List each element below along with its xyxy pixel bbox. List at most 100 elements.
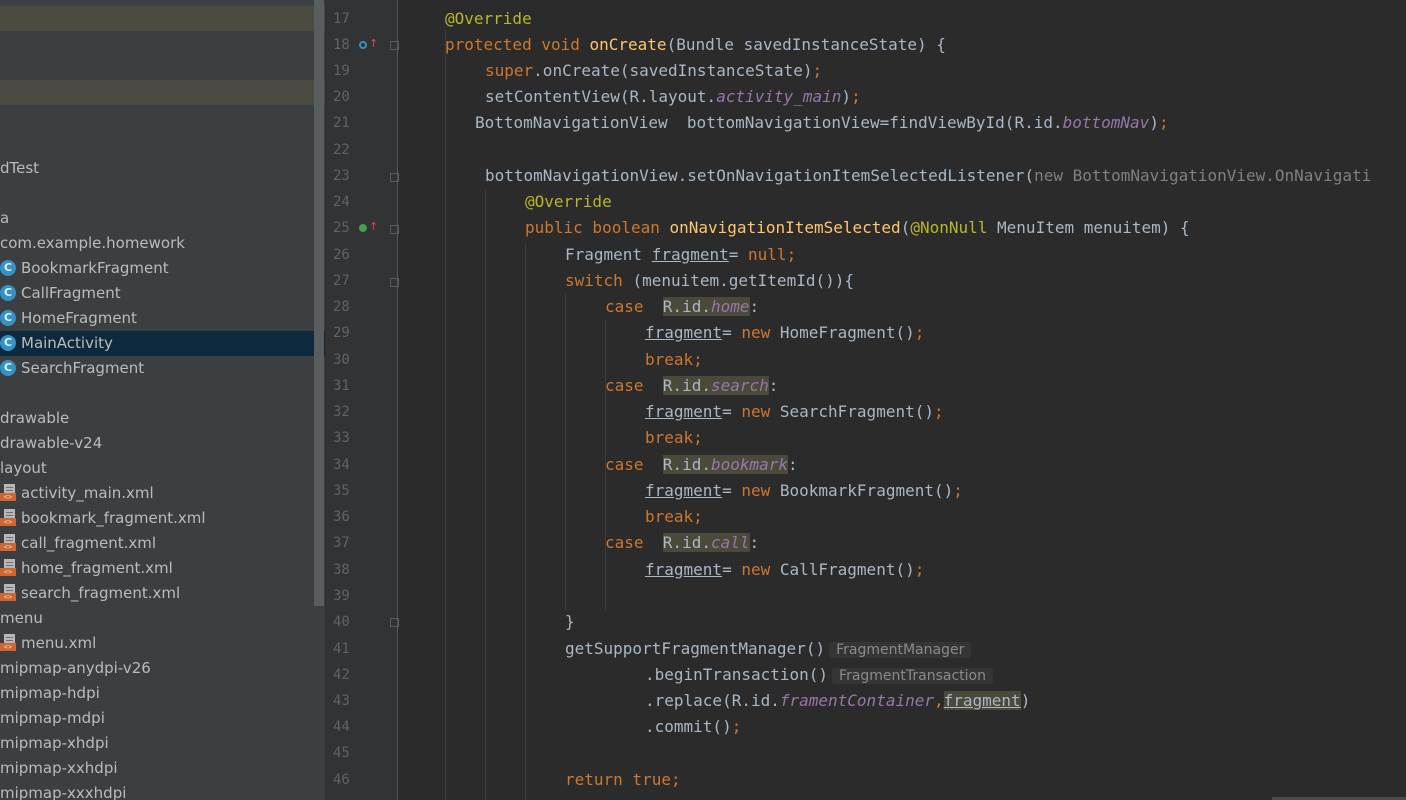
code-line-34: case R.id.bookmark: <box>605 452 798 478</box>
project-tree-item[interactable]: C MainActivity <box>0 331 325 356</box>
project-tree-item[interactable]: C SearchFragment <box>0 356 325 381</box>
code-token: @Override <box>525 192 612 211</box>
tree-item-label: menu <box>0 609 43 627</box>
code-token: switch <box>565 271 633 290</box>
project-tree-item[interactable]: C CallFragment <box>0 281 325 306</box>
code-token: ; <box>914 560 925 579</box>
code-line-19: super.onCreate(savedInstanceState); <box>485 58 822 84</box>
code-token: bottomNavigationView.setOnNavigationItem… <box>485 166 1035 185</box>
tree-item-label: mipmap-xxxhdpi <box>0 784 127 800</box>
code-token: .commit() <box>645 717 732 736</box>
project-tree-item[interactable]: mipmap-hdpi <box>0 681 325 706</box>
project-tree-item[interactable]: mipmap-xxhdpi <box>0 756 325 781</box>
code-token: } <box>565 612 575 631</box>
project-tree-item[interactable]: layout <box>0 456 325 481</box>
code-editor[interactable]: @Override protected void onCreate(Bundle… <box>398 0 1406 800</box>
project-tree-item[interactable]: dTest <box>0 156 325 181</box>
tree-item-label: activity_main.xml <box>21 484 154 502</box>
code-token: ; <box>851 87 861 106</box>
inlay-type-hint: FragmentManager <box>829 642 972 658</box>
project-tree-item[interactable]: <> home_fragment.xml <box>0 556 325 581</box>
code-token: ; <box>914 323 925 342</box>
fold-marker-icon[interactable] <box>390 278 399 287</box>
code-line-17: @Override <box>445 6 532 32</box>
code-token: , <box>933 691 944 710</box>
project-tree-item[interactable]: mipmap-anydpi-v26 <box>0 656 325 681</box>
xml-file-icon: <> <box>0 484 17 502</box>
code-token: setContentView(R.layout. <box>485 87 717 106</box>
line-number: 23 <box>333 168 350 184</box>
code-token: ) <box>841 87 852 106</box>
project-tree-item[interactable] <box>0 80 325 105</box>
code-token: BottomNavigationView bottomNavigationVie… <box>475 113 1063 132</box>
code-token: new <box>741 402 780 421</box>
project-tree-item[interactable]: menu <box>0 606 325 631</box>
code-token: return true; <box>565 770 681 789</box>
project-tree-item[interactable]: mipmap-mdpi <box>0 706 325 731</box>
fold-marker-icon[interactable] <box>390 41 399 50</box>
project-tree-item[interactable]: C BookmarkFragment <box>0 256 325 281</box>
project-tree-item[interactable]: com.example.homework <box>0 231 325 256</box>
project-tree-item[interactable]: <> menu.xml <box>0 631 325 656</box>
line-number: 39 <box>333 588 350 604</box>
tree-item-label: mipmap-xhdpi <box>0 734 109 752</box>
override-icon[interactable] <box>359 41 367 49</box>
line-number: 24 <box>333 194 350 210</box>
line-number: 33 <box>333 430 350 446</box>
code-token: CallFragment() <box>779 560 915 579</box>
implement-icon[interactable] <box>359 224 367 232</box>
fold-marker-icon[interactable] <box>390 173 399 182</box>
code-token: R.id.bookmark <box>662 455 789 474</box>
project-tree-item[interactable]: <> call_fragment.xml <box>0 531 325 556</box>
project-tree-item[interactable] <box>0 6 325 31</box>
class-icon: C <box>0 360 16 376</box>
code-line-24: @Override <box>525 189 612 215</box>
code-line-25: public boolean onNavigationItemSelected(… <box>525 215 1190 241</box>
code-token: : <box>788 455 798 474</box>
code-line-46: return true; <box>565 767 681 793</box>
code-line-41: getSupportFragmentManager() FragmentManag… <box>565 636 972 662</box>
code-line-27: switch (menuitem.getItemId()){ <box>565 268 854 294</box>
project-tree-item[interactable]: drawable-v24 <box>0 431 325 456</box>
code-token: R.id.search <box>662 376 769 395</box>
code-line-18: protected void onCreate(Bundle savedInst… <box>445 32 946 58</box>
indent-guide <box>525 242 526 800</box>
code-token: = <box>722 481 742 500</box>
code-token: null; <box>748 245 797 264</box>
code-line-20: setContentView(R.layout.activity_main); <box>485 84 861 110</box>
fold-marker-icon[interactable] <box>390 225 399 234</box>
line-number: 37 <box>333 535 350 551</box>
line-number: 36 <box>333 509 350 525</box>
line-number: 35 <box>333 483 350 499</box>
code-token: fragment <box>645 560 723 579</box>
class-icon: C <box>0 335 16 351</box>
project-tree-item[interactable]: a <box>0 206 325 231</box>
code-token: bottomNav <box>1062 113 1150 132</box>
class-icon: C <box>0 285 16 301</box>
code-token: HomeFragment() <box>779 323 915 342</box>
tree-item-label: CallFragment <box>21 284 121 302</box>
line-number: 38 <box>333 562 350 578</box>
code-line-28: case R.id.home: <box>605 294 759 320</box>
tree-item-label: drawable-v24 <box>0 434 103 452</box>
code-token: case <box>605 376 663 395</box>
sidebar-scrollbar[interactable] <box>314 0 324 606</box>
project-tree-item[interactable]: C HomeFragment <box>0 306 325 331</box>
line-number: 25 <box>333 220 350 236</box>
inlay-type-hint: FragmentTransaction <box>832 668 993 684</box>
code-token: (Bundle savedInstanceState) { <box>666 35 946 54</box>
line-number: 43 <box>333 693 350 709</box>
code-token: public boolean <box>525 218 670 237</box>
project-tree-item[interactable]: <> bookmark_fragment.xml <box>0 506 325 531</box>
code-token: protected void <box>445 35 590 54</box>
project-tree-item[interactable]: mipmap-xhdpi <box>0 731 325 756</box>
code-token: : <box>768 376 779 395</box>
project-tree-item[interactable]: <> activity_main.xml <box>0 481 325 506</box>
fold-marker-icon[interactable] <box>390 618 399 627</box>
code-token: MenuItem menuitem) { <box>997 218 1190 237</box>
project-tree-item[interactable]: <> search_fragment.xml <box>0 581 325 606</box>
code-line-32: fragment= new SearchFragment(); <box>645 399 944 425</box>
project-tree-item[interactable]: mipmap-xxxhdpi <box>0 781 325 800</box>
code-line-26: Fragment fragment= null; <box>565 242 796 268</box>
project-tree-item[interactable]: drawable <box>0 406 325 431</box>
